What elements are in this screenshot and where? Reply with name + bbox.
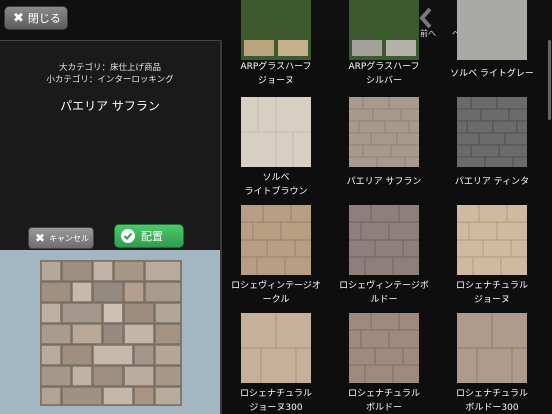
grass-paver-swatch-icon — [349, 0, 419, 60]
grid-item-rocher-natural-jaune[interactable]: ロシェナチュラル ジョーヌ — [438, 203, 546, 311]
grid-item-rocher-vintage-ocre[interactable]: ロシェヴィンテージオ ークル — [222, 203, 330, 311]
item-label: ARPグラスハーフ ジョーヌ — [240, 62, 312, 86]
close-label: 閉じる — [27, 12, 61, 25]
grid-item-rocher-natural-jaune-300[interactable]: ロシェナチュラル ジョーヌ300 — [222, 311, 330, 414]
item-label: ロシェナチュラル ジョーヌ300 — [239, 389, 312, 413]
place-label: 配置 — [141, 230, 163, 243]
prev-page-label: 前へ — [420, 29, 436, 38]
product-name: パエリア サフラン — [60, 99, 160, 113]
grid-item-rocher-natural-bordeaux[interactable]: ロシェナチュラル ボルドー — [330, 311, 438, 414]
close-icon: ✖ — [35, 231, 46, 245]
tile-swatch-icon — [241, 313, 311, 383]
product-grid: ARPグラスハーフ ジョーヌ ARPグラスハーフ シルバー ソルベ ライトグレー ソ… — [222, 0, 552, 414]
cancel-button[interactable]: ✖ キャンセル — [28, 227, 94, 249]
grid-item-sorbet-light-gray[interactable]: ソルベ ライトグレー — [438, 0, 546, 102]
small-category: 小カテゴリ：インターロッキング — [46, 75, 174, 85]
item-label: ロシェナチュラル ボルドー300 — [455, 389, 528, 413]
item-label: ARPグラスハーフ シルバー — [348, 62, 420, 86]
tile-swatch-icon — [457, 313, 527, 383]
tile-swatch-icon — [457, 97, 527, 167]
tile-swatch-icon — [457, 205, 527, 275]
large-category: 大カテゴリ：床仕上げ商品 — [58, 63, 161, 73]
item-label: パエリア ティンタ — [454, 177, 530, 187]
place-button[interactable]: 配置 — [114, 224, 184, 248]
grid-item-rocher-vintage-bordeaux[interactable]: ロシェヴィンテージボ ルドー — [330, 203, 438, 311]
paving-preview-image — [40, 260, 182, 406]
item-label: ロシェナチュラル ボルドー — [347, 389, 420, 413]
cancel-label: キャンセル — [49, 233, 90, 243]
tile-swatch-icon — [241, 205, 311, 275]
grid-item-sorbet-light-brown[interactable]: ソルベ ライトブラウン — [222, 95, 330, 203]
item-label: ロシェヴィンテージボ ルドー — [339, 281, 429, 305]
tile-swatch-icon — [349, 97, 419, 167]
item-label: ロシェヴィンテージオ ークル — [231, 281, 321, 305]
checkmark-icon — [121, 229, 135, 243]
prev-page-button[interactable] — [418, 7, 434, 29]
grid-item-paella-saffron[interactable]: パエリア サフラン — [330, 95, 438, 203]
item-label: ロシェナチュラル ジョーヌ — [455, 281, 528, 305]
item-label: ソルベ ライトブラウン — [244, 173, 308, 197]
product-detail-panel: 大カテゴリ：床仕上げ商品 小カテゴリ：インターロッキング パエリア サフラン ✖… — [0, 40, 220, 250]
grid-item-arp-grass-jaune[interactable]: ARPグラスハーフ ジョーヌ — [222, 0, 330, 102]
product-preview — [0, 250, 220, 414]
tile-swatch-icon — [241, 97, 311, 167]
grid-item-paella-tinta[interactable]: パエリア ティンタ — [438, 95, 546, 203]
grid-item-rocher-natural-bordeaux-300[interactable]: ロシェナチュラル ボルドー300 — [438, 311, 546, 414]
item-label: ソルベ ライトグレー — [450, 69, 534, 79]
grass-paver-swatch-icon — [241, 0, 311, 60]
tile-swatch-icon — [457, 0, 527, 60]
grid-scrollbar[interactable] — [548, 40, 551, 120]
chevron-left-icon — [419, 7, 432, 29]
close-icon: ✖ — [13, 10, 24, 26]
grid-item-arp-grass-silver[interactable]: ARPグラスハーフ シルバー — [330, 0, 438, 102]
item-label: パエリア サフラン — [346, 177, 422, 187]
close-button[interactable]: ✖ 閉じる — [4, 6, 68, 30]
tile-swatch-icon — [349, 313, 419, 383]
tile-swatch-icon — [349, 205, 419, 275]
